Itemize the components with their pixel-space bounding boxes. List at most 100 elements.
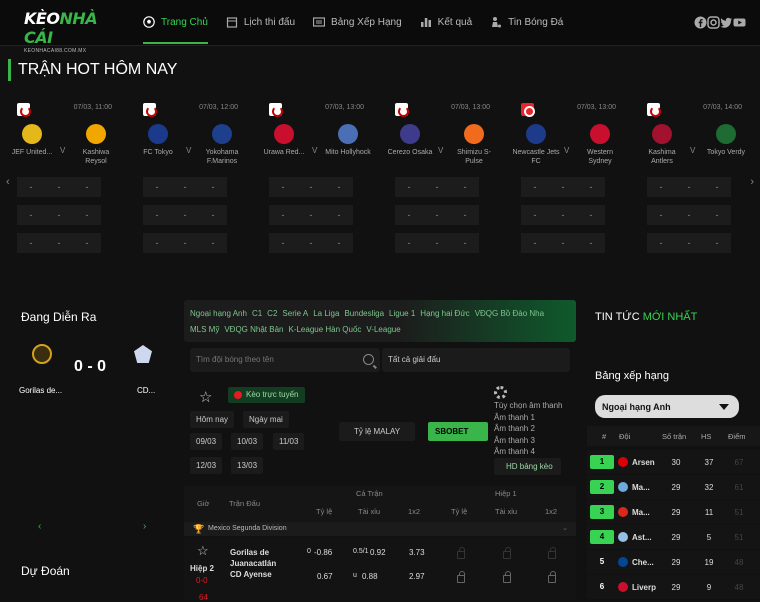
- chevron-down-icon[interactable]: ⌄: [562, 524, 568, 532]
- live-odds-button[interactable]: Kèo trực tuyến: [228, 387, 305, 403]
- nav-news[interactable]: Tin Bóng Đá: [490, 0, 563, 44]
- standings-row[interactable]: 1 Arsen 30 37 67: [587, 450, 760, 474]
- standings-row[interactable]: 3 Ma... 29 11 51: [587, 500, 760, 524]
- played: 30: [671, 458, 681, 467]
- hot-match-card[interactable]: 07/03, 12:00 FC Tokyo V Yokohama F.Marinos -…: [126, 98, 244, 263]
- hot-match-card[interactable]: 07/03, 13:00 Cerezo Osaka V Shimizu S-Pulse…: [378, 98, 496, 263]
- nav-standings[interactable]: Bảng Xếp Hạng: [313, 0, 402, 44]
- odds-row[interactable]: ---: [521, 205, 605, 225]
- match-time: 07/03, 13:00: [325, 104, 364, 111]
- odds-row[interactable]: ---: [647, 205, 731, 225]
- sound-option[interactable]: Âm thanh 2: [494, 423, 562, 435]
- home-team-name: Gorilas de Juanacatlán: [230, 548, 277, 568]
- odds-row[interactable]: ---: [647, 233, 731, 253]
- handicap-odds[interactable]: -0.86: [314, 548, 332, 557]
- odds-row[interactable]: ---: [17, 177, 101, 197]
- over-under-odds[interactable]: 0.88: [362, 572, 378, 581]
- odds-1x2[interactable]: 2.97: [409, 572, 425, 581]
- standings-row[interactable]: 5 Che... 29 19 48: [587, 550, 760, 574]
- sound-option[interactable]: Âm thanh 4: [494, 446, 562, 458]
- odds-row[interactable]: ---: [269, 177, 353, 197]
- odds-row[interactable]: ---: [17, 233, 101, 253]
- hot-match-card[interactable]: 07/03, 14:00 Kashima Antlers V Tokyo Verdy -…: [630, 98, 748, 263]
- league-tab[interactable]: K-League Hàn Quốc: [288, 325, 361, 334]
- favorite-star-icon[interactable]: ☆: [199, 388, 212, 406]
- date-button[interactable]: 12/03: [190, 457, 223, 474]
- nav-home[interactable]: Trang Chủ: [143, 0, 208, 44]
- odds-row[interactable]: ---: [521, 233, 605, 253]
- away-team: Shimizu S-Pulse: [450, 124, 498, 166]
- live-prev-icon[interactable]: ‹: [38, 521, 41, 532]
- odds-type-select[interactable]: Tỷ lệ MALAY: [339, 422, 415, 441]
- league-tab[interactable]: MLS Mỹ: [190, 325, 219, 334]
- odds-row[interactable]: ---: [269, 233, 353, 253]
- odds-row[interactable]: ---: [143, 233, 227, 253]
- search-icon[interactable]: [363, 354, 374, 365]
- hot-match-card[interactable]: 07/03, 13:00 Urawa Red... V Mito Hollyhock -…: [252, 98, 371, 263]
- league-tab[interactable]: La Liga: [313, 309, 339, 318]
- league-tab[interactable]: VĐQG Bồ Đào Nha: [475, 309, 544, 318]
- favorite-star-icon[interactable]: ☆: [197, 543, 209, 559]
- league-tab[interactable]: Ngoại hạng Anh: [190, 309, 247, 318]
- team-search-input[interactable]: Tìm đội bóng theo tên: [190, 348, 380, 372]
- gear-icon[interactable]: [494, 386, 507, 399]
- league-row[interactable]: 🏆 Mexico Segunda Division ⌄: [184, 522, 576, 536]
- standings-row[interactable]: 6 Liverp 29 9 48: [587, 575, 760, 599]
- league-tab[interactable]: Ligue 1: [389, 309, 415, 318]
- league-tab[interactable]: C1: [252, 309, 262, 318]
- sound-option[interactable]: Âm thanh 3: [494, 435, 562, 447]
- standings-row[interactable]: 4 Ast... 29 5 51: [587, 525, 760, 549]
- league-tab[interactable]: V-League: [366, 325, 400, 334]
- date-button[interactable]: 10/03: [231, 433, 264, 450]
- odds-row[interactable]: ---: [521, 177, 605, 197]
- league-tab[interactable]: VĐQG Nhật Bản: [224, 325, 283, 334]
- odds-row[interactable]: ---: [395, 177, 479, 197]
- bookmaker-select[interactable]: SBOBET: [428, 422, 488, 441]
- youtube-icon[interactable]: [733, 16, 746, 29]
- carousel-next-icon[interactable]: ›: [750, 176, 754, 188]
- date-button[interactable]: 11/03: [273, 433, 305, 450]
- odds-row[interactable]: ---: [143, 205, 227, 225]
- odds-row[interactable]: ---: [395, 205, 479, 225]
- standings-row[interactable]: 2 Ma... 29 32 61: [587, 475, 760, 499]
- instagram-icon[interactable]: [707, 16, 720, 29]
- carousel-prev-icon[interactable]: ‹: [6, 176, 10, 188]
- date-button[interactable]: 09/03: [190, 433, 223, 450]
- league-tab[interactable]: C2: [267, 309, 277, 318]
- odds-row[interactable]: ---: [17, 205, 101, 225]
- odds-help-button[interactable]: HD bảng kèo: [494, 458, 561, 475]
- standings-league-select[interactable]: Ngoại hạng Anh: [595, 395, 739, 418]
- odds-row[interactable]: ---: [143, 177, 227, 197]
- hot-match-card[interactable]: 07/03, 11:00 JEF United... V Kashiwa Reysol…: [0, 98, 118, 263]
- live-score[interactable]: 0 - 0: [74, 358, 106, 376]
- twitter-icon[interactable]: [720, 16, 733, 29]
- league-tab[interactable]: Bundesliga: [344, 309, 384, 318]
- odds-row[interactable]: ---: [395, 233, 479, 253]
- odds-1x2[interactable]: 3.73: [409, 548, 425, 557]
- over-under-odds[interactable]: 0.92: [370, 548, 386, 557]
- handicap-odds[interactable]: 0.67: [317, 572, 333, 581]
- site-logo[interactable]: KÈONHÀ CÁI KEONHACAI88.COM.MX: [24, 9, 116, 54]
- rank-badge: 6: [599, 582, 605, 591]
- match-time: 07/03, 13:00: [577, 104, 616, 111]
- nav-schedule[interactable]: Lịch thi đấu: [226, 0, 295, 44]
- today-button[interactable]: Hôm nay: [190, 411, 235, 428]
- odds-row[interactable]: ---: [269, 205, 353, 225]
- live-next-icon[interactable]: ›: [143, 521, 146, 532]
- goal-difference: 32: [704, 483, 714, 492]
- odds-cell: -: [57, 182, 61, 192]
- date-button[interactable]: 13/03: [231, 457, 264, 474]
- facebook-icon[interactable]: [694, 16, 707, 29]
- table-row[interactable]: ☆ Hiệp 2 0-0 64 Gorilas de Juanacatlán C…: [184, 538, 576, 602]
- match-time: 07/03, 11:00: [73, 104, 112, 111]
- home-team-name: Newcastle Jets FC: [512, 149, 560, 165]
- nav-results[interactable]: Kết quả: [420, 0, 472, 44]
- match-period: Hiệp 2: [190, 564, 215, 573]
- odds-row[interactable]: ---: [647, 177, 731, 197]
- sound-option[interactable]: Âm thanh 1: [494, 412, 562, 424]
- league-tab[interactable]: Hạng hai Đức: [420, 309, 469, 318]
- hot-match-card[interactable]: 07/03, 13:00 Newcastle Jets FC V Western Sy…: [504, 98, 622, 263]
- tomorrow-button[interactable]: Ngày mai: [243, 411, 289, 428]
- league-tab[interactable]: Serie A: [282, 309, 308, 318]
- league-select[interactable]: Tất cả giải đấu: [382, 348, 570, 372]
